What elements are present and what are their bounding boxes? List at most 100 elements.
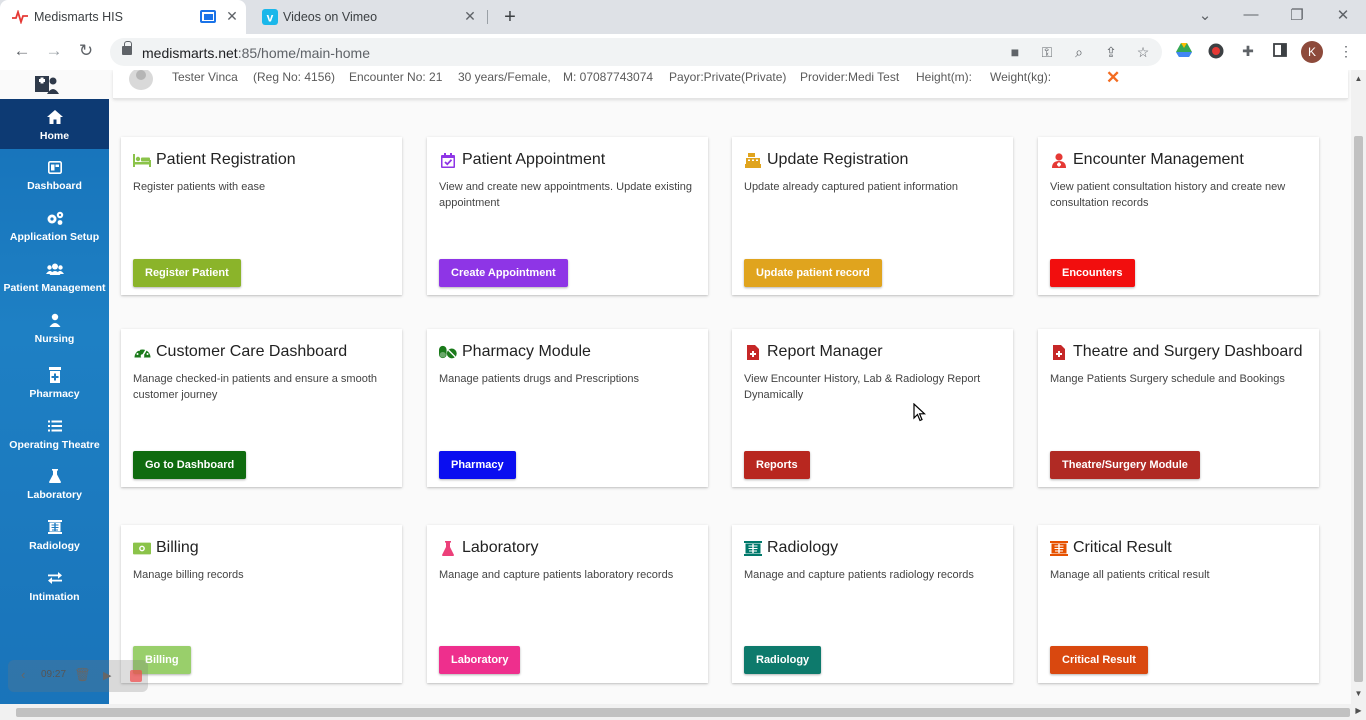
patient-info-bar: Tester Vinca (Reg No: 4156) Encounter No… — [113, 70, 1348, 99]
camera-icon[interactable]: ■ — [1006, 44, 1024, 60]
card-description: View Encounter History, Lab & Radiology … — [744, 373, 981, 401]
back-icon[interactable]: ← — [11, 41, 33, 61]
zoom-icon[interactable]: ⌕ — [1070, 44, 1088, 61]
card-description: Manage checked-in patients and ensure a … — [133, 373, 377, 401]
browser-menu-icon[interactable]: ⋮ — [1337, 43, 1355, 61]
browser-tab-strip: Medismarts HIS ✕ v Videos on Vimeo ✕ + ⌄… — [0, 0, 1366, 34]
sidebar-item-home[interactable]: Home — [0, 99, 109, 149]
sidebar-item-radiology[interactable]: Radiology — [0, 509, 109, 559]
register-patient-button[interactable]: Register Patient — [133, 259, 241, 287]
address-bar[interactable]: medismarts.net:85/home/main-home ■ ⚿ ⌕ ⇪… — [110, 38, 1162, 66]
tab-close-icon[interactable]: ✕ — [462, 8, 478, 25]
card-description: View patient consultation history and cr… — [1050, 181, 1286, 209]
theatre-surgery-module-button[interactable]: Theatre/Surgery Module — [1050, 451, 1200, 479]
create-appointment-button[interactable]: Create Appointment — [439, 259, 568, 287]
profile-avatar[interactable]: K — [1301, 41, 1323, 63]
window-close-button[interactable]: ✕ — [1333, 6, 1353, 24]
sidebar-item-patient-management[interactable]: Patient Management — [0, 251, 109, 301]
sidebar-item-laboratory[interactable]: Laboratory — [0, 458, 109, 508]
stop-recording-icon[interactable] — [130, 670, 142, 682]
url-text[interactable]: medismarts.net:85/home/main-home — [142, 45, 370, 61]
sidebar-item-application-setup[interactable]: Application Setup — [0, 200, 109, 250]
radiology-button[interactable]: Radiology — [744, 646, 822, 674]
encounters-button[interactable]: Encounters — [1050, 259, 1135, 287]
scroll-right-icon[interactable]: ▶ — [1351, 706, 1366, 715]
tab-medismarts[interactable]: Medismarts HIS ✕ — [0, 0, 246, 34]
scroll-thumb[interactable] — [1354, 136, 1363, 682]
play-icon[interactable]: ▶ — [103, 669, 111, 682]
patient-reg-no: (Reg No: 4156) — [253, 70, 336, 84]
xray-icon — [0, 519, 109, 535]
sidebar-item-intimation[interactable]: Intimation — [0, 560, 109, 610]
side-panel-icon[interactable] — [1271, 43, 1289, 61]
restore-button[interactable]: ❐ — [1287, 6, 1307, 24]
drive-icon[interactable] — [1175, 43, 1193, 61]
close-patient-icon[interactable]: ✕ — [1106, 70, 1120, 88]
scroll-thumb[interactable] — [16, 708, 1350, 717]
sidebar-item-pharmacy[interactable]: Pharmacy — [0, 357, 109, 407]
tab-close-icon[interactable]: ✕ — [224, 8, 240, 25]
pharmacy-button[interactable]: Pharmacy — [439, 451, 516, 479]
vertical-scrollbar[interactable]: ▲ ▼ — [1351, 70, 1366, 704]
key-icon[interactable]: ⚿ — [1038, 44, 1056, 61]
xray-icon — [1050, 540, 1068, 556]
sidebar-item-label: Nursing — [34, 333, 75, 345]
lock-icon[interactable] — [122, 41, 132, 55]
sidebar-item-label: Laboratory — [27, 489, 82, 501]
sidebar-item-label: Operating Theatre — [9, 439, 100, 451]
record-extension-icon[interactable] — [1207, 43, 1225, 61]
sidebar-item-label: Pharmacy — [29, 388, 80, 400]
sidebar-item-dashboard[interactable]: Dashboard — [0, 149, 109, 199]
laboratory-button[interactable]: Laboratory — [439, 646, 521, 674]
heartbeat-icon — [12, 9, 28, 25]
card-description: Mange Patients Surgery schedule and Book… — [1050, 373, 1285, 385]
pharmacy-icon — [0, 367, 109, 383]
patient-provider: Provider:Medi Test — [800, 70, 900, 84]
share-icon[interactable]: ⇪ — [1102, 44, 1120, 61]
sidebar-item-nursing[interactable]: Nursing — [0, 302, 109, 352]
minimize-button[interactable]: — — [1241, 6, 1261, 23]
go-to-dashboard-button[interactable]: Go to Dashboard — [133, 451, 247, 479]
patient-encounter: Encounter No: 21 — [349, 70, 443, 84]
tab-title: Videos on Vimeo — [283, 10, 378, 24]
sidebar-item-label: Intimation — [29, 591, 80, 603]
reports-button[interactable]: Reports — [744, 451, 810, 479]
bookmark-star-icon[interactable]: ☆ — [1134, 44, 1152, 61]
vimeo-icon: v — [262, 9, 278, 25]
card-title: Update Registration — [767, 151, 909, 168]
sidebar-item-operating-theatre[interactable]: Operating Theatre — [0, 408, 109, 458]
flask-icon — [439, 540, 457, 556]
tab-vimeo[interactable]: v Videos on Vimeo ✕ — [250, 0, 486, 34]
extensions-puzzle-icon[interactable]: ✚ — [1239, 43, 1257, 61]
tab-sharing-icon[interactable] — [200, 10, 216, 23]
card-description: View and create new appointments. Update… — [439, 181, 692, 209]
app-logo[interactable] — [0, 70, 109, 99]
list-icon — [0, 418, 109, 434]
tab-search-icon[interactable]: ⌄ — [1195, 6, 1215, 24]
collapse-chevron-icon[interactable]: ‹ — [21, 667, 25, 682]
reload-icon[interactable]: ↻ — [75, 41, 97, 61]
tachometer-icon — [133, 344, 151, 360]
critical-result-button[interactable]: Critical Result — [1050, 646, 1148, 674]
new-tab-button[interactable]: + — [500, 6, 520, 29]
card-report-manager: Report Manager View Encounter History, L… — [732, 329, 1013, 487]
patient-mobile: M: 07087743074 — [563, 70, 654, 84]
user-md-icon — [1050, 152, 1068, 168]
card-title: Encounter Management — [1073, 151, 1244, 168]
card-customer-care-dashboard: Customer Care Dashboard Manage checked-i… — [121, 329, 402, 487]
sidebar-item-label: Home — [39, 130, 70, 142]
flask-icon — [0, 468, 109, 484]
scroll-down-icon[interactable]: ▼ — [1351, 689, 1366, 698]
horizontal-scrollbar[interactable]: ▶ — [0, 704, 1366, 720]
card-title: Billing — [156, 539, 199, 556]
file-medical-icon — [1050, 344, 1068, 360]
forward-icon[interactable]: → — [43, 41, 65, 61]
patient-age-sex: 30 years/Female, — [458, 70, 551, 84]
card-update-registration: Update Registration Update already captu… — [732, 137, 1013, 295]
update-patient-record-button[interactable]: Update patient record — [744, 259, 882, 287]
trash-icon[interactable]: 🗑 — [74, 667, 91, 683]
card-laboratory: Laboratory Manage and capture patients l… — [427, 525, 708, 683]
card-title: Customer Care Dashboard — [156, 343, 348, 360]
card-radiology: Radiology Manage and capture patients ra… — [732, 525, 1013, 683]
scroll-up-icon[interactable]: ▲ — [1351, 74, 1366, 83]
